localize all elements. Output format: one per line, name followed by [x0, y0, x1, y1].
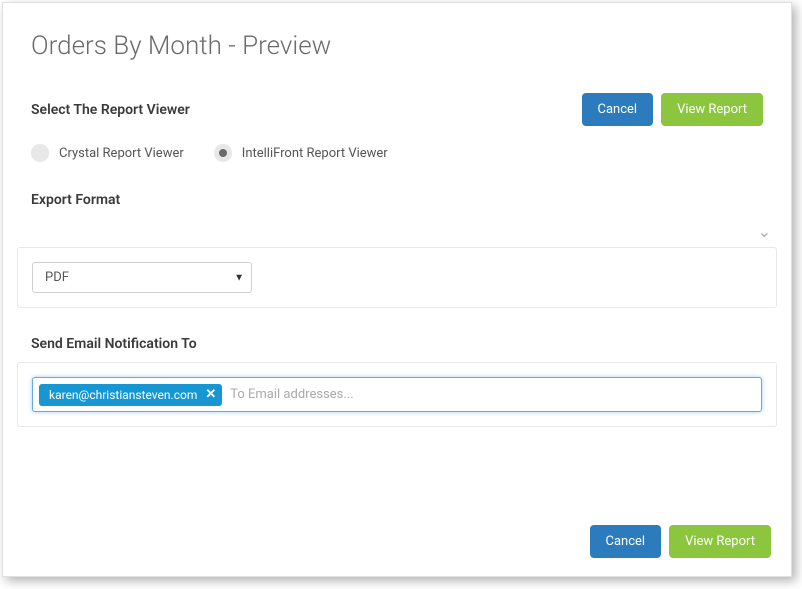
- email-section-label: Send Email Notification To: [3, 308, 791, 362]
- export-format-select-wrap: PDF ▼: [32, 262, 252, 293]
- chevron-down-icon[interactable]: ⌄: [758, 222, 771, 241]
- radio-label-intellifront: IntelliFront Report Viewer: [242, 146, 388, 161]
- email-input-container[interactable]: karen@christiansteven.com ✕: [32, 377, 762, 412]
- email-chip: karen@christiansteven.com ✕: [39, 384, 222, 406]
- radio-label-crystal: Crystal Report Viewer: [59, 146, 184, 161]
- email-input[interactable]: [228, 383, 755, 406]
- export-format-select[interactable]: PDF: [32, 262, 252, 293]
- cancel-button[interactable]: Cancel: [582, 93, 654, 126]
- top-button-group: Cancel View Report: [582, 93, 764, 126]
- page-title: Orders By Month - Preview: [3, 3, 791, 81]
- view-report-button[interactable]: View Report: [661, 93, 763, 126]
- collapse-row: ⌄: [3, 216, 791, 247]
- radio-icon: [214, 144, 232, 162]
- view-report-button[interactable]: View Report: [669, 525, 771, 558]
- viewer-header-row: Select The Report Viewer Cancel View Rep…: [3, 81, 791, 134]
- preview-dialog: Orders By Month - Preview Select The Rep…: [2, 2, 792, 577]
- radio-intellifront-viewer[interactable]: IntelliFront Report Viewer: [214, 144, 388, 162]
- viewer-radio-group: Crystal Report Viewer IntelliFront Repor…: [3, 134, 791, 182]
- viewer-section-label: Select The Report Viewer: [31, 102, 190, 118]
- radio-crystal-viewer[interactable]: Crystal Report Viewer: [31, 144, 184, 162]
- email-panel: karen@christiansteven.com ✕: [17, 362, 777, 427]
- radio-icon: [31, 144, 49, 162]
- export-format-panel: PDF ▼: [17, 247, 777, 308]
- bottom-button-group: Cancel View Report: [590, 525, 772, 558]
- close-icon[interactable]: ✕: [205, 388, 216, 401]
- cancel-button[interactable]: Cancel: [590, 525, 662, 558]
- export-section-label: Export Format: [3, 182, 791, 216]
- email-chip-text: karen@christiansteven.com: [49, 388, 197, 402]
